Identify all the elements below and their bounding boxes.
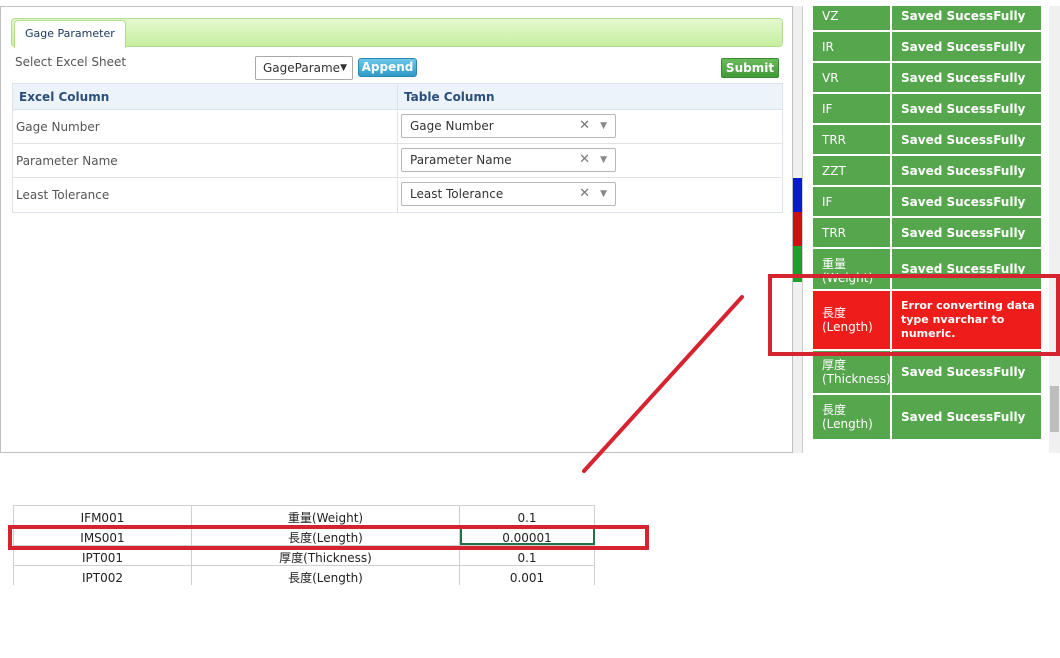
status-message: Saved SucessFully: [892, 156, 1041, 185]
excel-param-cell: 重量(Weight): [192, 506, 460, 525]
table-column-select[interactable]: Least Tolerance ✕ ▼: [401, 182, 616, 206]
status-row: 長度 (Length) Saved SucessFully: [813, 395, 1041, 439]
excel-param-cell: 長度(Length): [192, 566, 460, 585]
status-column: IF: [813, 94, 890, 123]
excel-value-cell: 0.1: [460, 506, 595, 525]
status-message: Saved SucessFully: [892, 63, 1041, 92]
status-row: TRR Saved SucessFully: [813, 125, 1041, 154]
mapping-row: Parameter Name Parameter Name ✕ ▼: [13, 144, 782, 178]
status-row: ZZT Saved SucessFully: [813, 156, 1041, 185]
scrollbar-thumb[interactable]: [1050, 386, 1059, 432]
status-column: 長度 (Length): [813, 395, 890, 439]
status-message: Saved SucessFully: [892, 125, 1041, 154]
status-row: IR Saved SucessFully: [813, 32, 1041, 61]
splitter-marker-red: [793, 212, 802, 246]
clear-icon[interactable]: ✕: [579, 183, 590, 205]
table-column-value: Least Tolerance: [410, 187, 504, 201]
mapping-row: Least Tolerance Least Tolerance ✕ ▼: [13, 178, 782, 212]
status-row: IF Saved SucessFully: [813, 94, 1041, 123]
excel-sheet-select[interactable]: GageParame ▼: [255, 56, 353, 80]
status-column: 厚度 (Thickness): [813, 351, 891, 393]
excel-row: IPT002 長度(Length) 0.001: [13, 565, 595, 585]
status-column: VR: [813, 63, 890, 92]
mapping-header: Excel Column Table Column: [13, 84, 782, 110]
table-column-header: Table Column: [404, 90, 495, 104]
status-row: 厚度 (Thickness) Saved SucessFully: [813, 351, 1041, 393]
excel-column-header: Excel Column: [13, 84, 398, 109]
status-message: Saved SucessFully: [892, 218, 1041, 247]
mapping-row: Gage Number Gage Number ✕ ▼: [13, 110, 782, 144]
status-table: VZ Saved SucessFully IR Saved SucessFull…: [813, 6, 1041, 441]
status-scrollbar[interactable]: [1049, 6, 1060, 453]
splitter-marker-blue: [793, 178, 802, 212]
table-column-value: Parameter Name: [410, 153, 512, 167]
status-row: IF Saved SucessFully: [813, 187, 1041, 216]
dropdown-arrow-icon: ▼: [340, 63, 347, 73]
table-column-select[interactable]: Parameter Name ✕ ▼: [401, 148, 616, 172]
status-column: IR: [813, 32, 890, 61]
status-message: Saved SucessFully: [892, 351, 1041, 393]
clear-icon[interactable]: ✕: [579, 115, 590, 137]
status-row: TRR Saved SucessFully: [813, 218, 1041, 247]
excel-column-name: Least Tolerance: [13, 178, 398, 212]
annotation-highlight-excel-row: [8, 525, 649, 550]
status-row: VZ Saved SucessFully: [813, 6, 1041, 30]
status-column: ZZT: [813, 156, 890, 185]
annotation-highlight-error: [768, 274, 1060, 356]
tab-gage-parameter[interactable]: Gage Parameter: [14, 20, 126, 48]
clear-icon[interactable]: ✕: [579, 149, 590, 171]
import-panel: Gage Parameter Select Excel Sheet GagePa…: [0, 6, 793, 453]
tab-bar: Gage Parameter: [11, 18, 783, 48]
chevron-down-icon[interactable]: ▼: [600, 183, 607, 205]
status-column: TRR: [813, 125, 890, 154]
excel-code-cell: IPT002: [13, 566, 192, 585]
excel-value-cell: 0.001: [460, 566, 595, 585]
status-column: VZ: [813, 6, 890, 30]
submit-button[interactable]: Submit: [721, 58, 779, 78]
excel-column-name: Gage Number: [13, 110, 398, 143]
status-message: Saved SucessFully: [892, 32, 1041, 61]
excel-column-name: Parameter Name: [13, 144, 398, 177]
table-column-select[interactable]: Gage Number ✕ ▼: [401, 114, 616, 138]
status-column: TRR: [813, 218, 890, 247]
select-sheet-label: Select Excel Sheet: [15, 55, 127, 69]
excel-row: IFM001 重量(Weight) 0.1: [13, 505, 595, 525]
panel-splitter[interactable]: [793, 6, 802, 453]
excel-code-cell: IFM001: [13, 506, 192, 525]
status-message: Saved SucessFully: [892, 395, 1041, 439]
status-column: IF: [813, 187, 890, 216]
chevron-down-icon[interactable]: ▼: [600, 115, 607, 137]
status-message: Saved SucessFully: [892, 94, 1041, 123]
status-row: VR Saved SucessFully: [813, 63, 1041, 92]
excel-sheet-value: GageParame: [263, 61, 341, 75]
status-message: Saved SucessFully: [892, 187, 1041, 216]
column-mapping-table: Excel Column Table Column Gage Number Ga…: [12, 83, 783, 213]
status-panel: VZ Saved SucessFully IR Saved SucessFull…: [802, 6, 1060, 453]
chevron-down-icon[interactable]: ▼: [600, 149, 607, 171]
status-message: Saved SucessFully: [892, 6, 1041, 30]
table-column-value: Gage Number: [410, 119, 494, 133]
append-button[interactable]: Append: [358, 58, 417, 77]
